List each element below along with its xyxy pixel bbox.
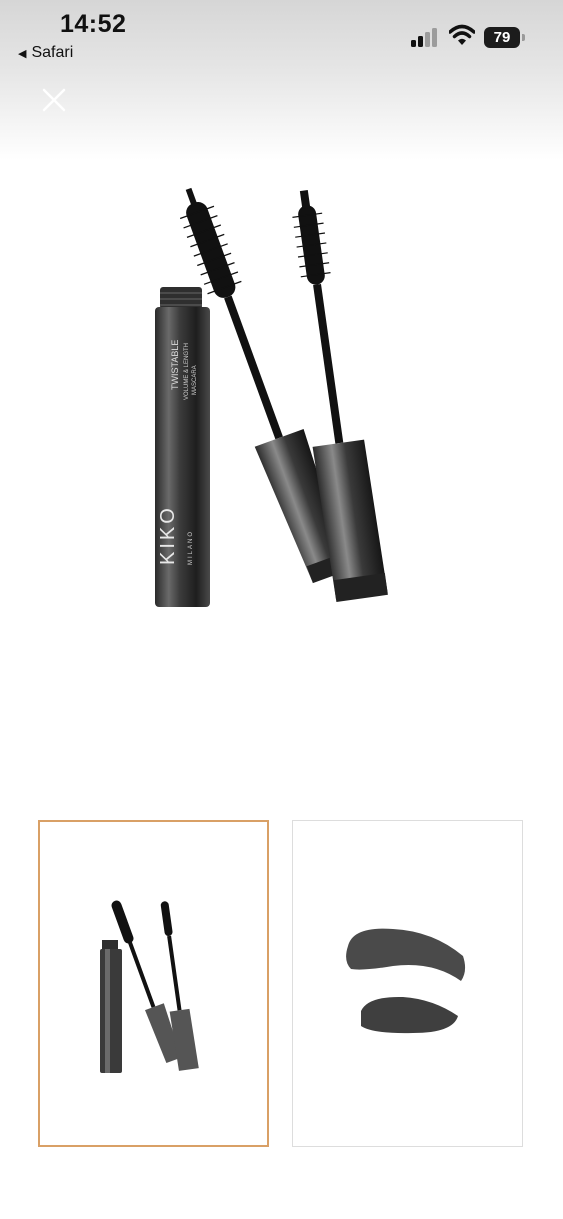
back-label: Safari [31, 44, 74, 61]
mascara-wand-right [292, 189, 388, 603]
close-icon [42, 88, 66, 112]
main-product-image: KIKO MILANO TWISTABLE VOLUME & LENGTH MA… [155, 187, 388, 607]
status-time: 14:52 [60, 10, 127, 38]
brand-subtext: MILANO [188, 530, 194, 565]
battery-icon: 79 [484, 27, 528, 48]
product-name-line1: TWISTABLE [170, 340, 180, 390]
close-button[interactable] [38, 84, 70, 116]
brand-text: KIKO [157, 505, 179, 565]
mascara-tube: KIKO MILANO TWISTABLE VOLUME & LENGTH MA… [155, 287, 210, 607]
back-arrow-icon: ◀ [18, 47, 27, 60]
thumbnail-product[interactable] [38, 820, 269, 1147]
back-to-safari-link[interactable]: ◀ Safari [18, 44, 73, 62]
thumbnail-product-image [100, 900, 199, 1073]
battery-level: 79 [484, 27, 520, 48]
thumbnail-swatch[interactable] [292, 820, 523, 1147]
product-name-line2: VOLUME & LENGTH [184, 343, 190, 400]
cellular-signal-icon [411, 28, 437, 47]
wifi-icon [449, 24, 475, 45]
status-bar: 14:52 ◀ Safari 79 [0, 0, 563, 70]
battery-cap [522, 34, 525, 41]
product-name-line3: MASCARA [192, 365, 198, 395]
thumbnail-swatch-image [346, 928, 466, 1034]
